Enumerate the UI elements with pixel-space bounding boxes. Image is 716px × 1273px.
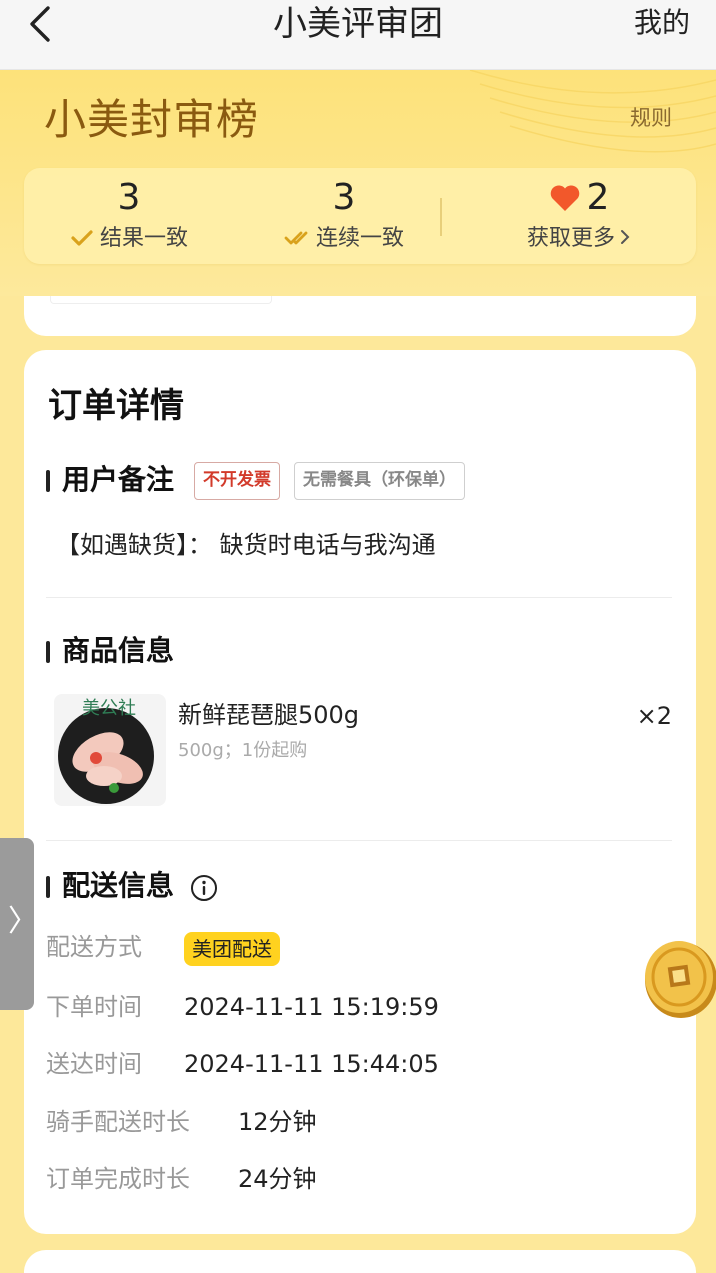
chevron-right-icon [621, 230, 630, 244]
info-icon[interactable] [190, 874, 218, 902]
product-spec: 500g；1份起购 [178, 740, 308, 761]
delivered-time-value: 2024-11-11 15:44:05 [184, 1050, 439, 1078]
tableware-tag: 无需餐具（环保单） [294, 462, 465, 500]
product-heading: 商品信息 [46, 633, 174, 669]
invoice-tag: 不开发票 [194, 462, 280, 500]
rider-duration-value: 12分钟 [238, 1108, 317, 1136]
stat-value: 2 [586, 177, 610, 218]
stat-label: 获取更多 [526, 226, 615, 251]
page-title: 小美评审团 [273, 4, 443, 44]
remark-text: 【如遇缺货】： 缺货时电话与我沟通 [56, 531, 436, 559]
previous-card [24, 296, 696, 336]
next-card [24, 1250, 696, 1273]
double-check-icon [284, 231, 308, 245]
previous-card-stub [50, 296, 272, 304]
stats-panel: 3 结果一致 3 连续一致 2 获取更多 [24, 168, 696, 264]
delivery-method-label: 配送方式 [46, 933, 142, 961]
stat-value: 3 [117, 177, 141, 218]
side-drawer-handle[interactable]: 〉 [0, 838, 38, 1010]
stat-label: 结果一致 [99, 226, 188, 251]
delivery-method-badge: 美团配送 [184, 932, 280, 966]
nav-bar: 小美评审团 我的 [0, 0, 716, 70]
product-quantity: ×2 [636, 702, 672, 730]
stat-result-consistent: 3 结果一致 [54, 168, 204, 264]
delivery-heading: 配送信息 [46, 868, 174, 904]
svg-text:美公社: 美公社 [82, 698, 136, 719]
product-name: 新鲜琵琶腿500g [178, 701, 360, 729]
remark-heading: 用户备注 [46, 462, 174, 498]
order-section-title: 订单详情 [48, 386, 184, 426]
order-time-value: 2024-11-11 15:19:59 [184, 993, 439, 1021]
chevron-right-icon: 〉 [8, 904, 38, 939]
delivered-time-label: 送达时间 [46, 1050, 142, 1078]
divider [46, 597, 672, 598]
stat-get-more[interactable]: 2 获取更多 [484, 168, 674, 264]
stat-label: 连续一致 [315, 226, 404, 251]
heart-icon [550, 185, 579, 211]
rider-duration-label: 骑手配送时长 [46, 1108, 190, 1136]
mine-link[interactable]: 我的 [634, 4, 690, 42]
order-time-label: 下单时间 [46, 993, 142, 1021]
check-icon [71, 230, 93, 246]
order-detail-card: 订单详情 用户备注 不开发票 无需餐具（环保单） 【如遇缺货】： 缺货时电话与我… [24, 350, 696, 1234]
hero-title: 小美封审榜 [44, 95, 260, 144]
stats-divider [440, 198, 442, 236]
completion-duration-value: 24分钟 [238, 1165, 317, 1193]
stat-value: 3 [332, 177, 356, 218]
completion-duration-label: 订单完成时长 [46, 1165, 190, 1193]
coin-reward-icon[interactable] [639, 936, 716, 1020]
product-image[interactable]: 美公社 [54, 694, 166, 806]
divider [46, 840, 672, 841]
rule-link[interactable]: 规则 [630, 104, 672, 132]
stat-continuous-consistent: 3 连续一致 [264, 168, 424, 264]
